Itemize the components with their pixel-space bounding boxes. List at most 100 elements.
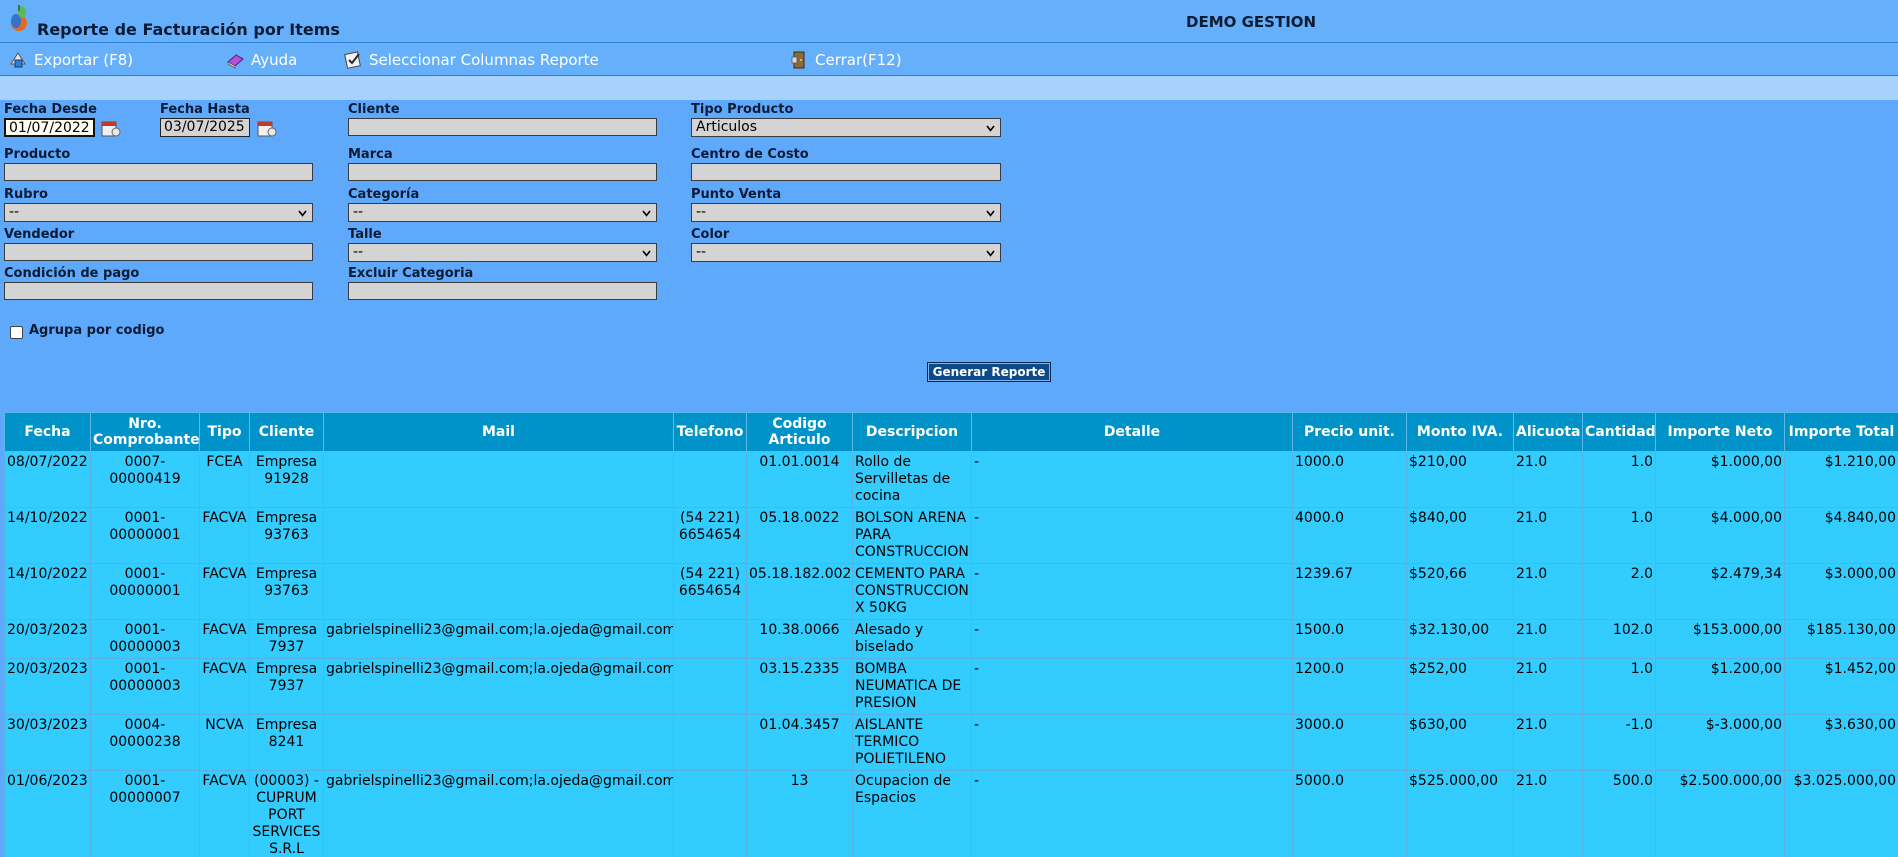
col-header[interactable]: Descripcion bbox=[852, 412, 972, 452]
table-cell: (00003) - CUPRUM PORT SERVICES S.R.L bbox=[249, 770, 324, 857]
table-cell: FACVA bbox=[199, 658, 250, 715]
cliente-input[interactable] bbox=[348, 118, 657, 136]
producto-input[interactable] bbox=[4, 163, 313, 181]
table-cell: 21.0 bbox=[1513, 619, 1583, 659]
table-cell: 05.18.182.002 bbox=[746, 563, 853, 620]
table-row[interactable]: 20/03/2023 0001-00000003 FACVA Empresa 7937… bbox=[4, 619, 1898, 659]
categoria-select[interactable]: -- bbox=[348, 203, 657, 222]
sub-bar bbox=[0, 76, 1898, 101]
table-cell: 2.0 bbox=[1582, 563, 1656, 620]
col-header[interactable]: Telefono bbox=[673, 412, 747, 452]
tipo-producto-label: Tipo Producto bbox=[691, 102, 794, 117]
table-cell: Rollo de Servilletas de cocina bbox=[852, 451, 972, 508]
condicion-pago-input[interactable] bbox=[4, 282, 313, 300]
table-cell bbox=[323, 507, 674, 564]
vendedor-input[interactable] bbox=[4, 243, 313, 261]
rubro-value: -- bbox=[9, 204, 20, 220]
chevron-down-icon bbox=[986, 210, 995, 217]
table-cell: 21.0 bbox=[1513, 507, 1583, 564]
table-cell: $153.000,00 bbox=[1655, 619, 1785, 659]
agrupa-label: Agrupa por codigo bbox=[29, 323, 165, 338]
chevron-down-icon bbox=[298, 210, 307, 217]
talle-select[interactable]: -- bbox=[348, 243, 657, 262]
calendar-icon[interactable] bbox=[255, 117, 277, 139]
table-cell: - bbox=[971, 451, 1293, 508]
table-cell: $2.500.000,00 bbox=[1655, 770, 1785, 857]
col-header[interactable]: Monto IVA. bbox=[1406, 412, 1514, 452]
agrupa-checkbox[interactable] bbox=[10, 326, 23, 339]
table-cell: 500.0 bbox=[1582, 770, 1656, 857]
table-cell: (54 221) 6654654 bbox=[673, 507, 747, 564]
col-header[interactable]: Nro. Comprobante bbox=[90, 412, 200, 452]
report-window: Reporte de Facturación por Items DEMO GE… bbox=[0, 0, 1898, 857]
table-cell: 1.0 bbox=[1582, 451, 1656, 508]
categoria-label: Categoría bbox=[348, 187, 420, 202]
col-header[interactable]: Tipo bbox=[199, 412, 250, 452]
table-row[interactable]: 08/07/2022 0007-00000419 FCEA Empresa 91928… bbox=[4, 451, 1898, 508]
chevron-down-icon bbox=[642, 250, 651, 257]
table-cell: $525.000,00 bbox=[1406, 770, 1514, 857]
table-row[interactable]: 01/06/2023 0001-00000007 FACVA (00003) - CU… bbox=[4, 770, 1898, 857]
col-header[interactable]: Codigo Articulo bbox=[746, 412, 853, 452]
color-select[interactable]: -- bbox=[691, 243, 1001, 262]
chevron-down-icon bbox=[642, 210, 651, 217]
categoria-value: -- bbox=[353, 204, 364, 220]
table-cell: $4.840,00 bbox=[1784, 507, 1898, 564]
table-cell: 0007-00000419 bbox=[90, 451, 200, 508]
col-header[interactable]: Cliente bbox=[249, 412, 324, 452]
color-label: Color bbox=[691, 227, 730, 242]
table-cell: 3000.0 bbox=[1292, 714, 1407, 771]
col-header[interactable]: Precio unit. bbox=[1292, 412, 1407, 452]
fecha-desde-input[interactable]: 01/07/2022 bbox=[4, 118, 95, 137]
table-cell: (54 221) 6654654 bbox=[673, 563, 747, 620]
table-cell: 4000.0 bbox=[1292, 507, 1407, 564]
col-header[interactable]: Detalle bbox=[971, 412, 1293, 452]
col-header[interactable]: Importe Neto bbox=[1655, 412, 1785, 452]
select-columns-button[interactable]: Seleccionar Columnas Reporte bbox=[343, 50, 599, 70]
rubro-select[interactable]: -- bbox=[4, 203, 313, 222]
close-button[interactable]: Cerrar(F12) bbox=[789, 50, 902, 70]
table-row[interactable]: 14/10/2022 0001-00000001 FACVA Empresa 9376… bbox=[4, 507, 1898, 564]
table-cell: 0001-00000001 bbox=[90, 563, 200, 620]
results-table: Fecha Nro. Comprobante Tipo Cliente Mail… bbox=[4, 412, 1898, 857]
col-header[interactable]: Alicuota bbox=[1513, 412, 1583, 452]
table-cell: NCVA bbox=[199, 714, 250, 771]
condicion-pago-label: Condición de pago bbox=[4, 266, 140, 281]
rubro-label: Rubro bbox=[4, 187, 48, 202]
table-cell: $1.210,00 bbox=[1784, 451, 1898, 508]
table-row[interactable]: 30/03/2023 0004-00000238 NCVA Empresa 8241 0… bbox=[4, 714, 1898, 771]
excluir-categoria-input[interactable] bbox=[348, 282, 657, 300]
table-row[interactable]: 20/03/2023 0001-00000003 FACVA Empresa 7937… bbox=[4, 658, 1898, 715]
table-cell: 20/03/2023 bbox=[4, 619, 91, 659]
col-header[interactable]: Fecha bbox=[4, 412, 91, 452]
fecha-desde-label: Fecha Desde bbox=[4, 102, 97, 117]
table-row[interactable]: 14/10/2022 0001-00000001 FACVA Empresa 9376… bbox=[4, 563, 1898, 620]
help-button[interactable]: Ayuda bbox=[225, 50, 297, 70]
table-cell: FACVA bbox=[199, 507, 250, 564]
table-cell: 01.04.3457 bbox=[746, 714, 853, 771]
table-cell: 1000.0 bbox=[1292, 451, 1407, 508]
calendar-icon[interactable] bbox=[99, 117, 121, 139]
table-cell: 0001-00000007 bbox=[90, 770, 200, 857]
fecha-hasta-input[interactable]: 03/07/2025 bbox=[160, 118, 250, 137]
centro-costo-input[interactable] bbox=[691, 163, 1001, 181]
table-cell: $32.130,00 bbox=[1406, 619, 1514, 659]
table-cell: - bbox=[971, 658, 1293, 715]
export-button[interactable]: Exportar (F8) bbox=[8, 50, 133, 70]
punto-venta-select[interactable]: -- bbox=[691, 203, 1001, 222]
col-header[interactable]: Importe Total bbox=[1784, 412, 1898, 452]
punto-venta-label: Punto Venta bbox=[691, 187, 782, 202]
tipo-producto-select[interactable]: Articulos bbox=[691, 118, 1001, 137]
table-cell: 21.0 bbox=[1513, 658, 1583, 715]
page-title: Reporte de Facturación por Items bbox=[37, 20, 340, 39]
col-header[interactable]: Cantidad bbox=[1582, 412, 1656, 452]
table-cell: $840,00 bbox=[1406, 507, 1514, 564]
table-cell: $3.025.000,00 bbox=[1784, 770, 1898, 857]
col-header[interactable]: Mail bbox=[323, 412, 674, 452]
marca-input[interactable] bbox=[348, 163, 657, 181]
table-cell: 1.0 bbox=[1582, 658, 1656, 715]
table-cell: -1.0 bbox=[1582, 714, 1656, 771]
generate-report-button[interactable]: Generar Reporte bbox=[927, 362, 1051, 382]
table-cell: $4.000,00 bbox=[1655, 507, 1785, 564]
table-cell: 10.38.0066 bbox=[746, 619, 853, 659]
